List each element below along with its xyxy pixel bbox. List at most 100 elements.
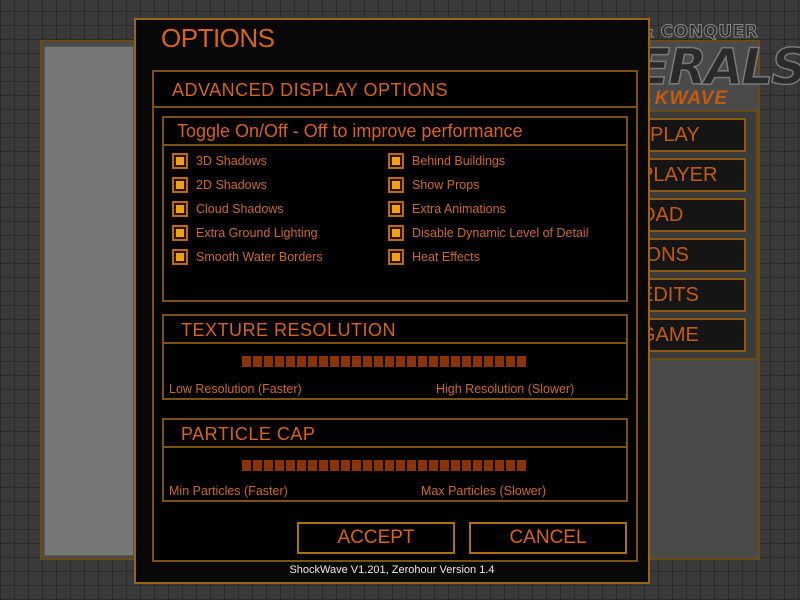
toggle-cloud-shadows[interactable]: Cloud Shadows [172,200,284,218]
slider-segment[interactable] [286,460,295,471]
slider-segment[interactable] [429,356,438,367]
particle-cap-group: PARTICLE CAP Min Particles (Faster) Max … [162,418,628,502]
slider-segment[interactable] [297,356,306,367]
group-header: TEXTURE RESOLUTION [164,316,626,344]
checkbox[interactable] [388,153,404,169]
slider-segment[interactable] [341,460,350,471]
slider-segment[interactable] [451,460,460,471]
slider-segment[interactable] [462,460,471,471]
slider-segment[interactable] [297,460,306,471]
slider-segment[interactable] [440,460,449,471]
toggle-behind-buildings[interactable]: Behind Buildings [388,152,505,170]
particle-max-label: Max Particles (Slower) [421,484,547,498]
slider-segment[interactable] [418,460,427,471]
menu-button-play[interactable]: PLAY [634,118,746,152]
slider-segment[interactable] [484,356,493,367]
slider-segment[interactable] [462,356,471,367]
slider-segment[interactable] [352,460,361,471]
slider-segment[interactable] [473,460,482,471]
dialog-title: OPTIONS [161,23,275,53]
texture-resolution-slider[interactable] [242,356,526,367]
texture-low-label: Low Resolution (Faster) [169,382,302,396]
advanced-display-panel: ADVANCED DISPLAY OPTIONS Toggle On/Off -… [152,70,638,562]
background-panel [44,46,134,556]
slider-segment[interactable] [286,356,295,367]
checkbox[interactable] [172,201,188,217]
slider-segment[interactable] [517,460,526,471]
slider-segment[interactable] [484,460,493,471]
slider-segment[interactable] [275,460,284,471]
slider-segment[interactable] [517,356,526,367]
checkbox[interactable] [388,201,404,217]
slider-segment[interactable] [330,460,339,471]
slider-segment[interactable] [429,460,438,471]
checkbox[interactable] [172,177,188,193]
particle-cap-title: PARTICLE CAP [181,424,316,444]
slider-segment[interactable] [264,356,273,367]
checkbox[interactable] [388,177,404,193]
toggle-disable-dynamic-lod[interactable]: Disable Dynamic Level of Detail [388,224,588,242]
slider-segment[interactable] [374,460,383,471]
slider-segment[interactable] [308,356,317,367]
menu-button-credits[interactable]: EDITS [634,278,746,312]
slider-segment[interactable] [495,356,504,367]
slider-segment[interactable] [451,356,460,367]
slider-segment[interactable] [385,460,394,471]
slider-segment[interactable] [275,356,284,367]
toggle-extra-animations[interactable]: Extra Animations [388,200,506,218]
accept-button[interactable]: ACCEPT [297,522,455,554]
toggle-group: Toggle On/Off - Off to improve performan… [162,116,628,302]
slider-segment[interactable] [253,460,262,471]
menu-button-options[interactable]: IONS [634,238,746,272]
checkbox[interactable] [388,225,404,241]
menu-button-multiplayer[interactable]: PLAYER [634,158,746,192]
group-header: Toggle On/Off - Off to improve performan… [164,118,626,146]
slider-segment[interactable] [308,460,317,471]
slider-segment[interactable] [506,460,515,471]
slider-segment[interactable] [330,356,339,367]
menu-button-load[interactable]: OAD [634,198,746,232]
checkbox[interactable] [172,249,188,265]
options-dialog: OPTIONS ADVANCED DISPLAY OPTIONS Toggle … [134,18,650,584]
slider-segment[interactable] [253,356,262,367]
particle-cap-slider[interactable] [242,460,526,471]
texture-resolution-group: TEXTURE RESOLUTION Low Resolution (Faste… [162,314,628,400]
slider-segment[interactable] [385,356,394,367]
toggle-smooth-water-borders[interactable]: Smooth Water Borders [172,248,323,266]
slider-segment[interactable] [506,356,515,367]
slider-segment[interactable] [319,356,328,367]
toggle-group-title: Toggle On/Off - Off to improve performan… [177,121,523,141]
slider-segment[interactable] [264,460,273,471]
slider-segment[interactable] [352,356,361,367]
texture-resolution-title: TEXTURE RESOLUTION [181,320,397,340]
checkbox[interactable] [388,249,404,265]
slider-segment[interactable] [495,460,504,471]
toggle-2d-shadows[interactable]: 2D Shadows [172,176,267,194]
slider-segment[interactable] [396,356,405,367]
slider-segment[interactable] [242,356,251,367]
checkbox[interactable] [172,153,188,169]
slider-segment[interactable] [341,356,350,367]
menu-button-exit-game[interactable]: GAME [634,318,746,352]
checkbox[interactable] [172,225,188,241]
slider-segment[interactable] [440,356,449,367]
slider-segment[interactable] [242,460,251,471]
slider-segment[interactable] [374,356,383,367]
toggle-extra-ground-lighting[interactable]: Extra Ground Lighting [172,224,318,242]
version-footer: ShockWave V1.201, Zerohour Version 1.4 [289,564,495,576]
slider-segment[interactable] [407,356,416,367]
slider-segment[interactable] [418,356,427,367]
toggle-heat-effects[interactable]: Heat Effects [388,248,480,266]
cancel-button[interactable]: CANCEL [469,522,627,554]
group-header: PARTICLE CAP [164,420,626,448]
toggle-3d-shadows[interactable]: 3D Shadows [172,152,267,170]
slider-segment[interactable] [407,460,416,471]
slider-segment[interactable] [396,460,405,471]
particle-min-label: Min Particles (Faster) [169,484,288,498]
slider-segment[interactable] [319,460,328,471]
slider-segment[interactable] [473,356,482,367]
divider [154,106,636,108]
slider-segment[interactable] [363,460,372,471]
toggle-show-props[interactable]: Show Props [388,176,479,194]
slider-segment[interactable] [363,356,372,367]
